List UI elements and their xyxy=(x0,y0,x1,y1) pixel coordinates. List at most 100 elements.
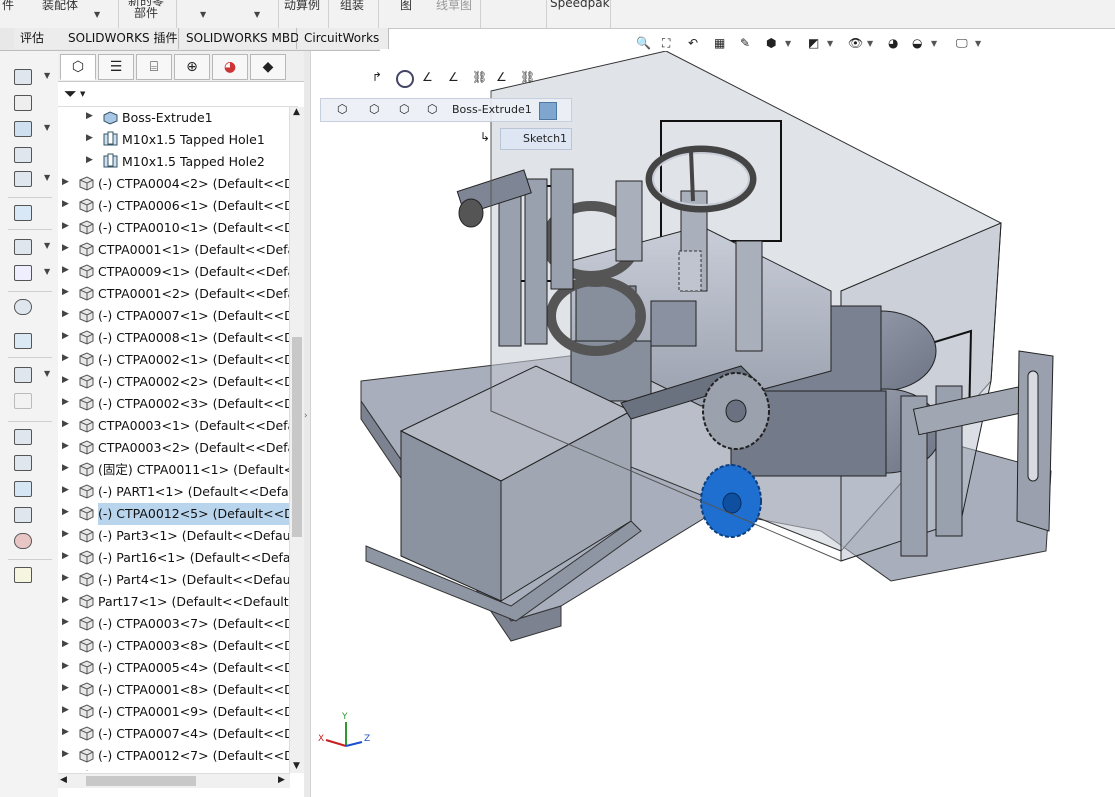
tree-item[interactable]: ▶ CTPA0003<2> (Default<<Defau xyxy=(58,437,290,459)
tree-item[interactable]: ▶ (-) CTPA0007<4> (Default<<De xyxy=(58,723,290,745)
expand-arrow-icon[interactable]: ▶ xyxy=(62,243,69,253)
expand-arrow-icon[interactable]: ▶ xyxy=(62,177,69,187)
tab-circuitworks[interactable]: CircuitWorks xyxy=(298,28,389,49)
edit-appearance-icon[interactable]: ◕ xyxy=(888,36,904,52)
scrollbar-thumb[interactable] xyxy=(86,776,196,786)
tree-item[interactable]: ▶(-) CTPA0002<4> (Default<<De xyxy=(58,767,290,771)
expand-arrow-icon[interactable]: ▶ xyxy=(62,199,69,209)
chevron-down-icon[interactable]: ▼ xyxy=(827,39,833,48)
tab-solidworks-addins[interactable]: SOLIDWORKS 插件 xyxy=(62,28,179,49)
tree-item[interactable]: ▶ Boss-Extrude1 xyxy=(58,107,290,129)
zoom-to-area-icon[interactable]: ⛶ xyxy=(662,36,678,52)
feature-icon[interactable]: ⬡ xyxy=(427,102,443,118)
tree-item[interactable]: ▶ (-) CTPA0003<7> (Default<<De xyxy=(58,613,290,635)
scroll-right-icon[interactable]: ▶ xyxy=(278,775,285,785)
chevron-down-icon[interactable]: ▼ xyxy=(785,39,791,48)
ribbon-group-speedpak[interactable]: Speedpak xyxy=(548,0,611,28)
configuration-manager-tab[interactable]: ⌸ xyxy=(136,54,172,80)
expand-arrow-icon[interactable]: ▶ xyxy=(62,287,69,297)
ribbon-group-assemble[interactable]: 组装 xyxy=(330,0,379,28)
post-left-3[interactable] xyxy=(550,168,574,290)
ribbon-group-empty[interactable] xyxy=(482,0,547,28)
expand-arrow-icon[interactable]: ▶ xyxy=(86,155,93,165)
breadcrumb-feature-label[interactable]: Boss-Extrude1 xyxy=(452,99,532,121)
post-left-2[interactable] xyxy=(524,178,548,345)
expand-arrow-icon[interactable]: ▶ xyxy=(86,133,93,143)
large-assembly-button[interactable] xyxy=(14,507,34,525)
expand-arrow-icon[interactable]: ▶ xyxy=(62,331,69,341)
measure-button[interactable] xyxy=(14,567,34,585)
tree-item[interactable]: ▶ (-) Part16<1> (Default<<Defaul xyxy=(58,547,290,569)
tree-item[interactable]: ▶ Part17<1> (Default<<Default>_ xyxy=(58,591,290,613)
ribbon-group-sketch[interactable]: 图 线草图 xyxy=(380,0,481,28)
expand-arrow-icon[interactable]: ▶ xyxy=(62,397,69,407)
feature-manager-tab[interactable]: ⬡ xyxy=(60,54,96,80)
dimxpert-tab[interactable]: ⊕ xyxy=(174,54,210,80)
sketch-icon[interactable] xyxy=(539,102,557,120)
mate-button[interactable] xyxy=(14,95,34,113)
tree-item[interactable]: ▶ (-) CTPA0012<7> (Default<<De xyxy=(58,745,290,767)
display-style-icon[interactable]: ◩ ▼ xyxy=(808,36,833,52)
scroll-up-icon[interactable]: ▲ xyxy=(293,107,300,117)
vertical-scrollbar[interactable]: ▲ ▼ xyxy=(289,107,304,773)
view-orientation-icon[interactable]: ⬢ ▼ xyxy=(766,36,791,52)
horizontal-scrollbar[interactable]: ◀ ▶ xyxy=(58,773,290,788)
chevron-down-icon[interactable]: ▼ xyxy=(80,90,85,98)
tab-solidworks-mbd[interactable]: SOLIDWORKS MBD xyxy=(180,28,299,49)
hide-show-items-icon[interactable]: 👁 ▼ xyxy=(848,36,873,52)
scroll-left-icon[interactable]: ◀ xyxy=(60,775,67,785)
tree-item[interactable]: ▶ CTPA0003<1> (Default<<Defau xyxy=(58,415,290,437)
section-view-icon[interactable]: ▦ xyxy=(714,36,730,52)
ribbon-group-motion[interactable]: 动算例 xyxy=(280,0,329,28)
expand-arrow-icon[interactable]: ▶ xyxy=(62,551,69,561)
tree-item[interactable]: ▶ M10x1.5 Tapped Hole1 xyxy=(58,129,290,151)
tree-item[interactable]: ▶ (-) Part4<1> (Default<<Default xyxy=(58,569,290,591)
expand-arrow-icon[interactable]: ▶ xyxy=(62,419,69,429)
tree-item[interactable]: ▶ (-) CTPA0005<4> (Default<<De xyxy=(58,657,290,679)
expand-arrow-icon[interactable]: ▶ xyxy=(62,353,69,363)
scrollbar-thumb[interactable] xyxy=(292,337,302,537)
assembly-model[interactable] xyxy=(311,51,1115,797)
tree-item[interactable]: ▶ (-) CTPA0002<3> (Default<<De xyxy=(58,393,290,415)
tree-item[interactable]: ▶ (-) CTPA0010<1> (Default<<De xyxy=(58,217,290,239)
collapse-arrow-icon[interactable]: › xyxy=(304,411,308,421)
display-manager-tab[interactable]: ◕ xyxy=(212,54,248,80)
chevron-down-icon[interactable]: ▼ xyxy=(867,39,873,48)
expand-arrow-icon[interactable]: ▶ xyxy=(62,683,69,693)
concentric-mate-icon[interactable] xyxy=(396,70,414,88)
spring[interactable] xyxy=(678,250,702,292)
cam-tab[interactable]: ◆ xyxy=(250,54,286,80)
block-middle[interactable] xyxy=(650,300,697,347)
expand-arrow-icon[interactable]: ▶ xyxy=(62,617,69,627)
take-snapshot-button[interactable] xyxy=(14,481,34,499)
expand-arrow-icon[interactable]: ▶ xyxy=(62,661,69,671)
insert-component-button[interactable]: ▼ xyxy=(14,69,50,87)
ribbon-group-new-part[interactable]: 新的零 部件 xyxy=(120,0,177,28)
link-2-icon[interactable]: ⛓ xyxy=(520,70,538,88)
link-icon[interactable]: ⛓ xyxy=(472,70,490,88)
tree-item[interactable]: ▶ (-) CTPA0004<2> (Default<<De xyxy=(58,173,290,195)
expand-arrow-icon[interactable]: ▶ xyxy=(62,221,69,231)
expand-arrow-icon[interactable]: ▶ xyxy=(62,727,69,737)
tree-item[interactable]: ▶ (-) Part3<1> (Default<<Default xyxy=(58,525,290,547)
sprocket-upper-hub[interactable] xyxy=(725,399,747,423)
angle-mate-3-icon[interactable]: ∠ xyxy=(496,70,514,88)
sprocket-selected-hub[interactable] xyxy=(722,492,742,514)
tree-item[interactable]: ▶ CTPA0001<1> (Default<<Defau xyxy=(58,239,290,261)
post-center-1[interactable] xyxy=(615,180,643,262)
update-speedpak-button[interactable] xyxy=(14,455,34,473)
cursor-arrow-icon[interactable]: ↱ xyxy=(372,70,390,88)
expand-arrow-icon[interactable]: ▶ xyxy=(62,375,69,385)
filter-icon[interactable]: ⏷ xyxy=(64,84,77,104)
tree-item[interactable]: ▶ (-) CTPA0002<2> (Default<<De xyxy=(58,371,290,393)
expand-arrow-icon[interactable]: ▶ xyxy=(62,507,69,517)
expand-arrow-icon[interactable]: ▶ xyxy=(62,639,69,649)
linear-pattern-button[interactable]: ▼ xyxy=(14,121,50,139)
ribbon-group-assembly[interactable]: 件 装配体 ▼ xyxy=(0,0,119,28)
chevron-down-icon[interactable]: ▼ xyxy=(931,39,937,48)
tree-item[interactable]: ▶ (固定) CTPA0011<1> (Default<< xyxy=(58,459,290,481)
tree-item[interactable]: ▶ M10x1.5 Tapped Hole2 xyxy=(58,151,290,173)
scroll-down-icon[interactable]: ▼ xyxy=(293,761,300,771)
apply-scene-icon[interactable]: ◒ ▼ xyxy=(912,36,937,52)
expand-arrow-icon[interactable]: ▶ xyxy=(62,595,69,605)
